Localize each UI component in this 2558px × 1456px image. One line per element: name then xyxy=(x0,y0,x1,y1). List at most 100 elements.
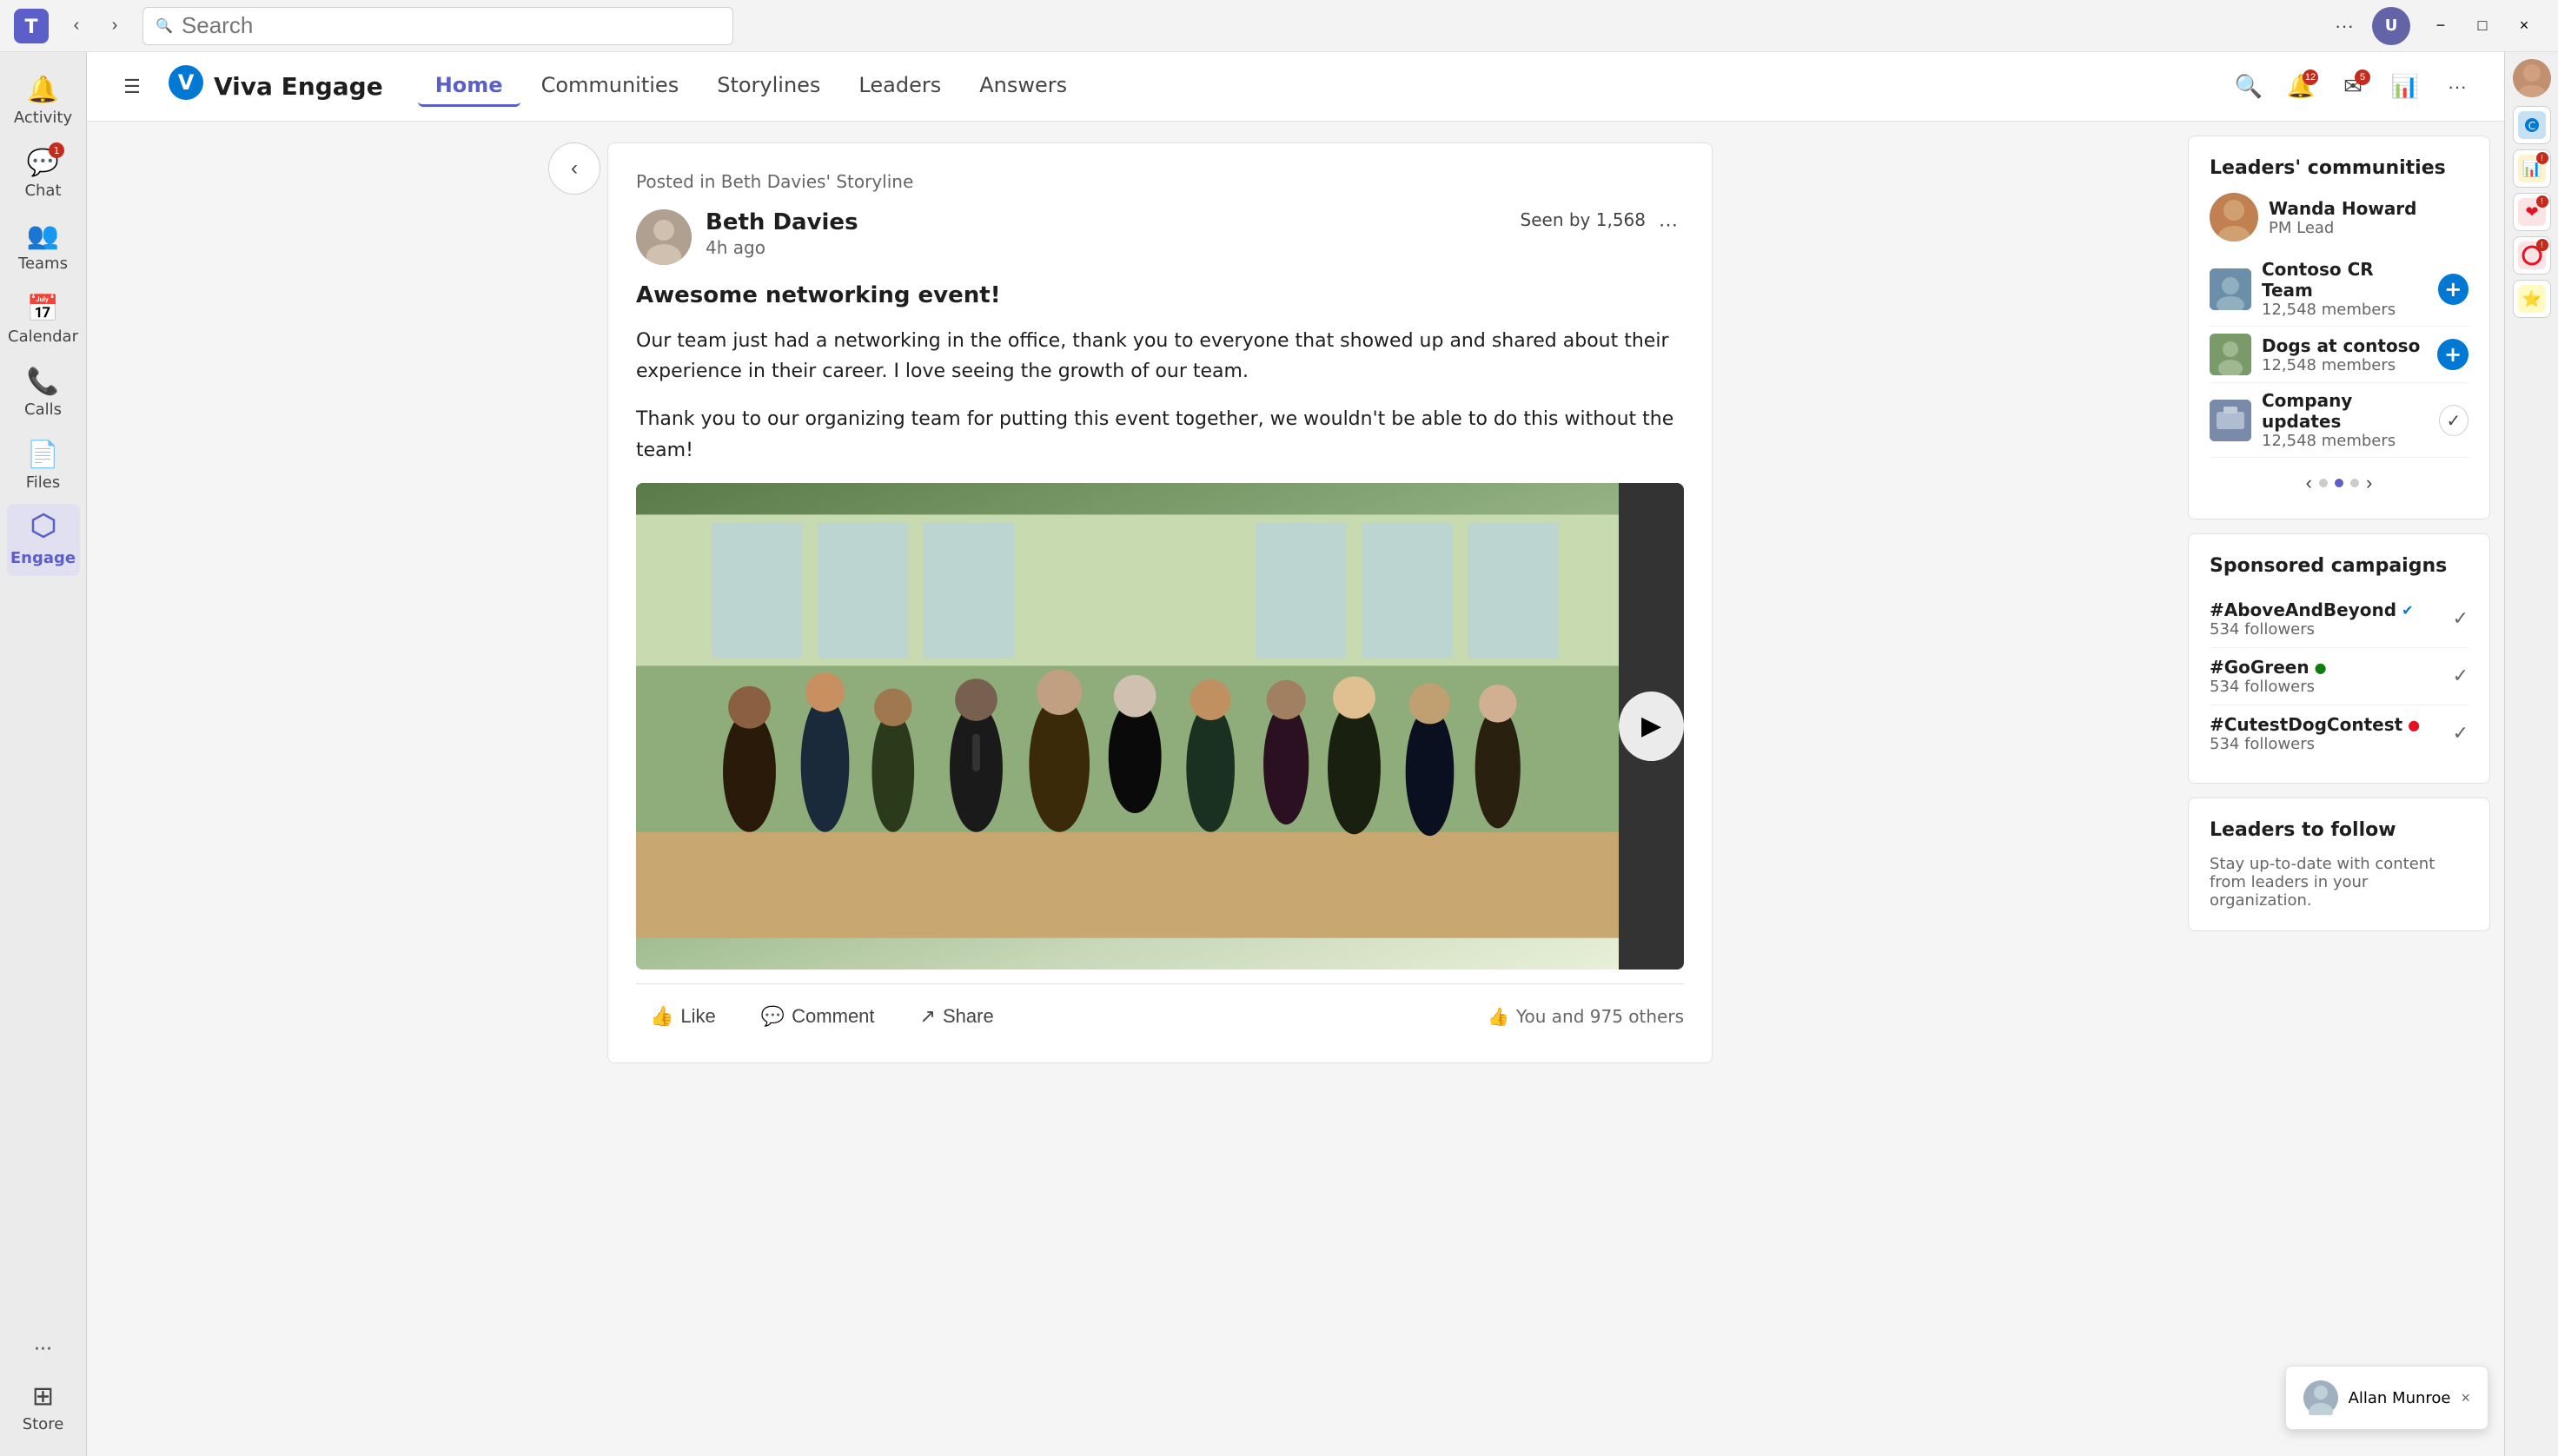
leader-avatar[interactable] xyxy=(2210,193,2258,242)
share-button[interactable]: ↗ Share xyxy=(906,998,1008,1035)
campaign-name-0[interactable]: #AboveAndBeyond ✔ xyxy=(2210,599,2453,620)
notifications-badge: 12 xyxy=(2303,69,2318,85)
sidebar-item-calendar[interactable]: 📅 Calendar xyxy=(7,285,80,354)
campaign-check-2[interactable]: ✓ xyxy=(2453,723,2469,745)
carousel-dot-1[interactable] xyxy=(2335,479,2343,487)
reactions-icon: 👍 xyxy=(1488,1006,1509,1027)
right-rail-user-avatar[interactable] xyxy=(2513,59,2551,97)
community-icon-2 xyxy=(2210,400,2251,441)
right-panel: Leaders' communities Wanda Howard PM Lea… xyxy=(2174,122,2504,1456)
sidebar-store-label: Store xyxy=(23,1415,64,1433)
calendar-icon: 📅 xyxy=(27,294,59,324)
feed-row: ‹ Posted in Beth Davies' Storyline xyxy=(548,142,1713,1063)
svg-text:T: T xyxy=(24,17,37,38)
carousel-dot-2[interactable] xyxy=(2350,479,2359,487)
header-inbox-button[interactable]: ✉ 5 xyxy=(2334,68,2372,106)
post-author-avatar[interactable] xyxy=(636,209,692,265)
header-notifications-button[interactable]: 🔔 12 xyxy=(2282,68,2320,106)
sidebar-item-files[interactable]: 📄 Files xyxy=(7,431,80,500)
leaders-to-follow-widget: Leaders to follow Stay up-to-date with c… xyxy=(2188,797,2490,931)
campaign-name-2[interactable]: #CutestDogContest ● xyxy=(2210,714,2453,735)
campaign-verified-0: ✔ xyxy=(2402,602,2413,619)
right-rail-app-3[interactable]: ! xyxy=(2513,236,2551,275)
sidebar-item-activity[interactable]: 🔔 Activity xyxy=(7,66,80,136)
nav-communities[interactable]: Communities xyxy=(524,66,697,107)
community-item-1: Dogs at contoso 12,548 members + xyxy=(2210,327,2469,383)
right-rail-app-2[interactable]: ❤ ! xyxy=(2513,193,2551,231)
back-to-feed-button[interactable]: ‹ xyxy=(548,142,600,195)
community-join-1[interactable]: + xyxy=(2437,339,2469,370)
header-analytics-button[interactable]: 📊 xyxy=(2386,68,2424,106)
sidebar-item-calls[interactable]: 📞 Calls xyxy=(7,358,80,427)
close-button[interactable]: × xyxy=(2504,7,2544,45)
minimize-button[interactable]: − xyxy=(2421,7,2461,45)
comment-label: Comment xyxy=(792,1005,874,1028)
post-header: Beth Davies 4h ago Seen by 1,568 ⋯ xyxy=(636,209,1684,265)
nav-leaders[interactable]: Leaders xyxy=(841,66,958,107)
community-info-0: Contoso CR Team 12,548 members xyxy=(2262,259,2428,319)
titlebar: T ‹ › 🔍 ··· U − □ × xyxy=(0,0,2558,52)
community-name-0: Contoso CR Team xyxy=(2262,259,2428,301)
carousel-dot-0[interactable] xyxy=(2319,479,2328,487)
carousel-dots xyxy=(2319,468,2359,498)
sidebar: 🔔 Activity 💬 1 Chat 👥 Teams 📅 Calendar 📞… xyxy=(0,52,87,1456)
nav-home[interactable]: Home xyxy=(418,66,520,107)
sidebar-item-store[interactable]: ⊞ Store xyxy=(7,1373,80,1442)
share-label: Share xyxy=(943,1005,994,1028)
nav-answers[interactable]: Answers xyxy=(962,66,1084,107)
app-nav: Home Communities Storylines Leaders Answ… xyxy=(418,66,1084,107)
campaign-name-1[interactable]: #GoGreen ● xyxy=(2210,657,2453,678)
community-name-2: Company updates xyxy=(2262,390,2429,432)
sidebar-calendar-label: Calendar xyxy=(8,328,78,346)
hamburger-button[interactable]: ☰ xyxy=(115,69,149,104)
right-rail-app-1[interactable]: 📊 ! xyxy=(2513,149,2551,188)
leaders-communities-title: Leaders' communities xyxy=(2210,157,2469,179)
leaders-to-follow-desc: Stay up-to-date with content from leader… xyxy=(2210,855,2469,910)
like-icon: 👍 xyxy=(650,1005,673,1028)
forward-button[interactable]: › xyxy=(97,9,132,43)
sidebar-item-more[interactable]: ··· xyxy=(7,1330,80,1369)
engage-icon xyxy=(30,513,56,546)
back-button[interactable]: ‹ xyxy=(59,9,94,43)
search-bar[interactable]: 🔍 xyxy=(142,7,733,45)
app-body: 🔔 Activity 💬 1 Chat 👥 Teams 📅 Calendar 📞… xyxy=(0,52,2558,1456)
maximize-button[interactable]: □ xyxy=(2462,7,2502,45)
like-button[interactable]: 👍 Like xyxy=(636,998,730,1035)
nav-storylines[interactable]: Storylines xyxy=(699,66,838,107)
community-join-0[interactable]: + xyxy=(2438,274,2469,305)
notification-close-button[interactable]: × xyxy=(2461,1389,2470,1407)
header-more-button[interactable]: ··· xyxy=(2438,68,2476,106)
post-image[interactable]: ▶ xyxy=(636,483,1684,970)
user-avatar[interactable]: U xyxy=(2372,7,2410,45)
app-header-right: 🔍 🔔 12 ✉ 5 📊 ··· xyxy=(2230,68,2476,106)
viva-engage-logo-icon: V xyxy=(167,63,205,109)
post-body-2: Thank you to our organizing team for put… xyxy=(636,404,1684,465)
sidebar-item-engage[interactable]: Engage xyxy=(7,504,80,576)
community-following-2[interactable]: ✓ xyxy=(2439,405,2469,436)
campaign-check-1[interactable]: ✓ xyxy=(2453,665,2469,687)
campaign-content-0: #AboveAndBeyond ✔ 534 followers xyxy=(2210,599,2453,639)
search-input[interactable] xyxy=(182,12,720,39)
titlebar-more-button[interactable]: ··· xyxy=(2327,9,2362,43)
comment-button[interactable]: 💬 Comment xyxy=(747,998,889,1035)
right-rail-app-4[interactable]: ⭐ xyxy=(2513,280,2551,318)
post-title: Awesome networking event! xyxy=(636,282,1684,308)
chat-icon: 💬 1 xyxy=(27,148,59,178)
sidebar-item-teams[interactable]: 👥 Teams xyxy=(7,212,80,281)
leader-name: Wanda Howard xyxy=(2269,198,2417,219)
reactions-count: You and 975 others xyxy=(1516,1006,1684,1027)
carousel-prev[interactable]: ‹ xyxy=(2299,468,2319,498)
campaign-check-0[interactable]: ✓ xyxy=(2453,608,2469,630)
leader-item: Wanda Howard PM Lead xyxy=(2210,193,2469,242)
right-rail-app-0[interactable]: C xyxy=(2513,106,2551,144)
play-button[interactable]: ▶ xyxy=(1619,692,1684,761)
post-more-button[interactable]: ⋯ xyxy=(1653,209,1684,241)
post-actions: 👍 Like 💬 Comment ↗ Share xyxy=(636,983,1684,1035)
header-search-button[interactable]: 🔍 xyxy=(2230,68,2268,106)
campaign-content-1: #GoGreen ● 534 followers xyxy=(2210,657,2453,696)
carousel-next[interactable]: › xyxy=(2359,468,2379,498)
svg-text:C: C xyxy=(2528,120,2535,132)
leaders-communities-widget: Leaders' communities Wanda Howard PM Lea… xyxy=(2188,136,2490,520)
sidebar-item-chat[interactable]: 💬 1 Chat xyxy=(7,139,80,208)
post-author-name[interactable]: Beth Davies xyxy=(706,209,1521,235)
